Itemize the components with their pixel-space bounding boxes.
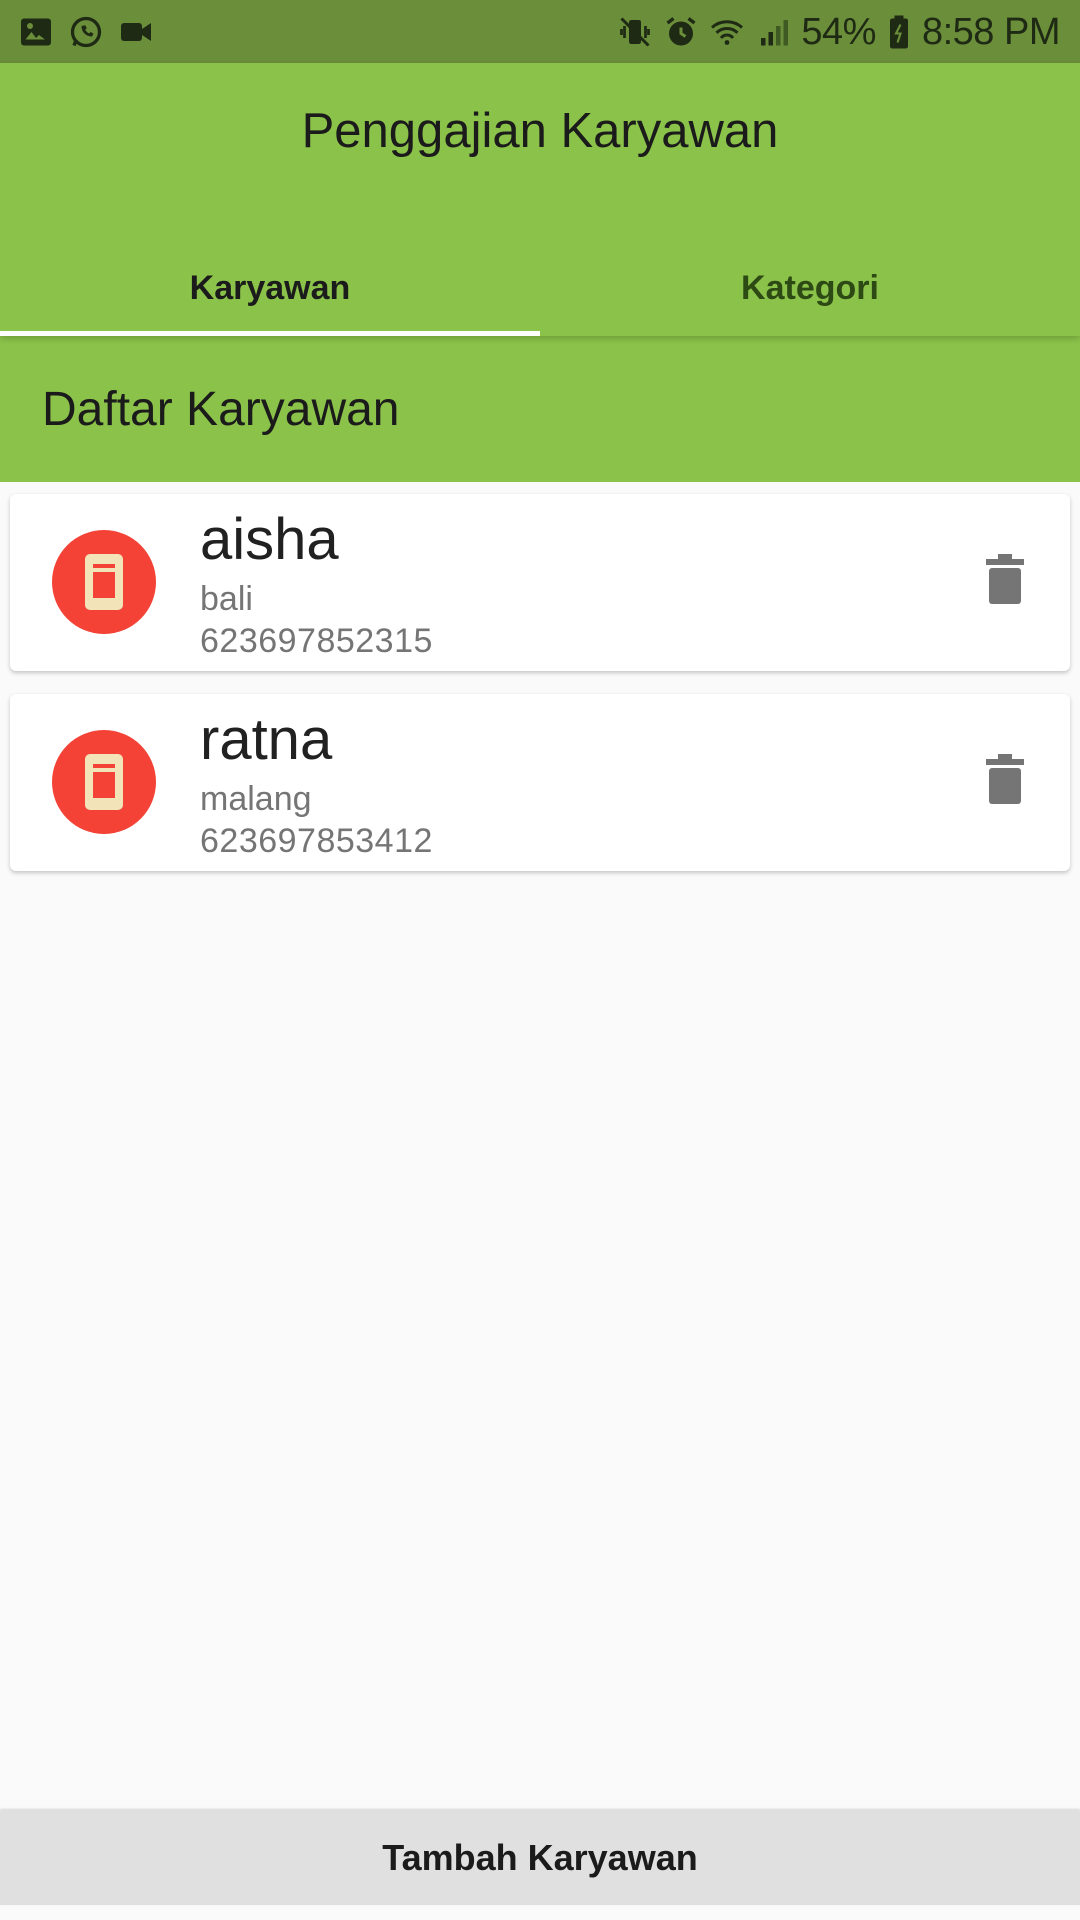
avatar bbox=[52, 730, 156, 834]
wifi-icon bbox=[709, 14, 745, 50]
app-bar: Penggajian Karyawan Karyawan Kategori bbox=[0, 63, 1080, 336]
delete-button[interactable] bbox=[986, 754, 1024, 804]
image-icon bbox=[18, 14, 54, 50]
phone-icon bbox=[85, 754, 123, 810]
status-bar-system: 54% 8:58 PM bbox=[617, 8, 1061, 56]
battery-icon bbox=[886, 14, 912, 50]
avatar bbox=[52, 530, 156, 634]
phone-icon bbox=[85, 554, 123, 610]
tab-indicator bbox=[0, 331, 540, 336]
employee-card[interactable]: ratna malang 623697853412 bbox=[10, 694, 1070, 871]
tab-kategori[interactable]: Kategori bbox=[540, 240, 1080, 336]
tab-kategori-label: Kategori bbox=[741, 268, 879, 307]
employee-city: malang bbox=[200, 780, 312, 818]
employee-card[interactable]: aisha bali 623697852315 bbox=[10, 494, 1070, 671]
employee-name: ratna bbox=[200, 707, 333, 772]
tab-karyawan[interactable]: Karyawan bbox=[0, 240, 540, 336]
add-employee-button[interactable]: Tambah Karyawan bbox=[0, 1810, 1080, 1905]
tab-bar: Karyawan Kategori bbox=[0, 240, 1080, 336]
vibrate-icon bbox=[617, 14, 653, 50]
employee-list: aisha bali 623697852315 ratna malang 623… bbox=[10, 494, 1070, 894]
employee-phone: 623697853412 bbox=[200, 822, 433, 860]
add-employee-label: Tambah Karyawan bbox=[382, 1836, 698, 1878]
clock: 8:58 PM bbox=[921, 10, 1061, 53]
trash-icon bbox=[986, 754, 1024, 804]
battery-percent: 54% bbox=[801, 10, 876, 53]
section-title: Daftar Karyawan bbox=[42, 383, 400, 436]
employee-city: bali bbox=[200, 580, 253, 618]
trash-icon bbox=[986, 554, 1024, 604]
app-title: Penggajian Karyawan bbox=[301, 104, 779, 158]
delete-button[interactable] bbox=[986, 554, 1024, 604]
status-bar-notifications bbox=[18, 14, 154, 50]
alarm-icon bbox=[663, 14, 699, 50]
employee-phone: 623697852315 bbox=[200, 622, 433, 660]
whatsapp-icon bbox=[68, 14, 104, 50]
signal-icon bbox=[755, 14, 791, 50]
tab-karyawan-label: Karyawan bbox=[189, 268, 351, 307]
status-bar: 54% 8:58 PM bbox=[0, 0, 1080, 63]
employee-name: aisha bbox=[200, 507, 339, 572]
video-icon bbox=[118, 14, 154, 50]
section-header: Daftar Karyawan bbox=[0, 336, 1080, 482]
